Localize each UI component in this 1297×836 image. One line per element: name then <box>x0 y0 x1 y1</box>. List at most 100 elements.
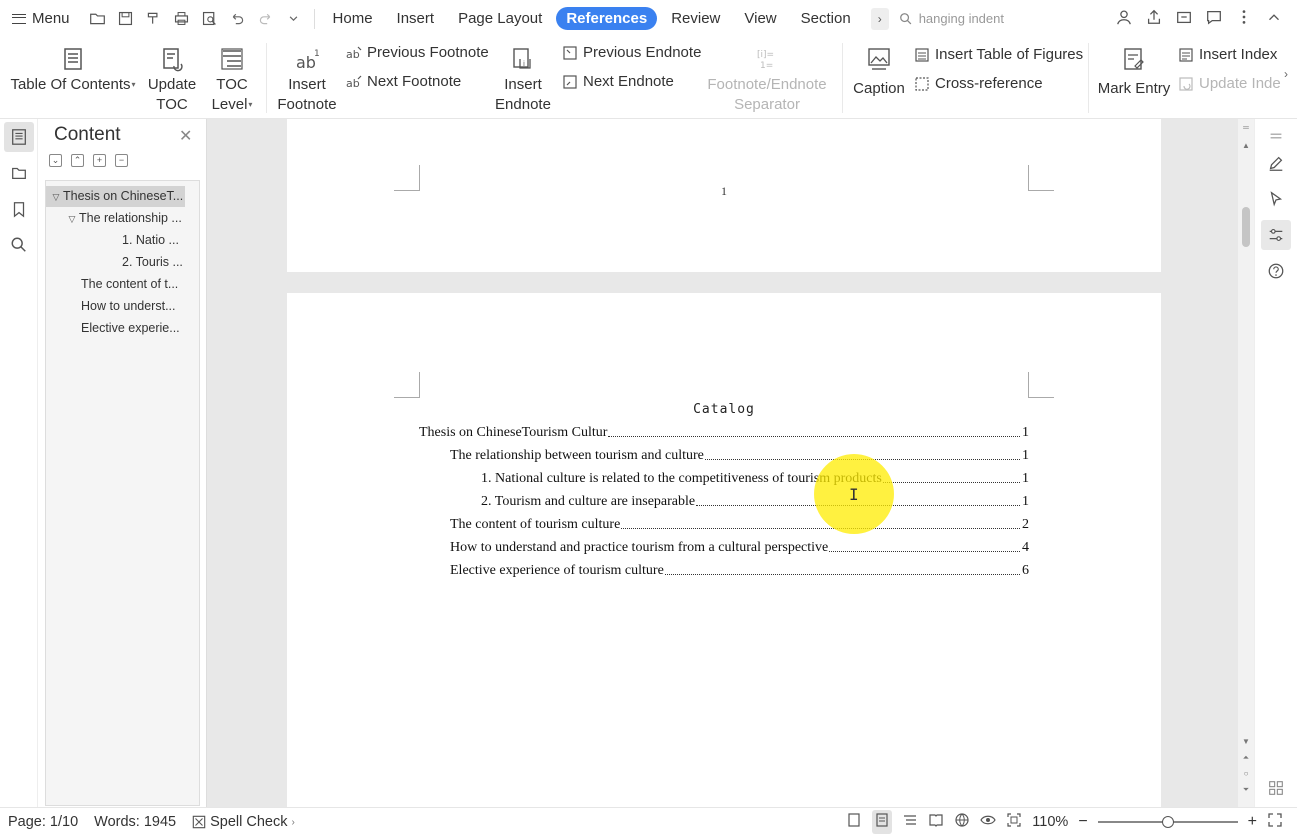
footnote-endnote-separator-button[interactable]: [i]= 1= Footnote/Endnote Separator <box>702 41 832 115</box>
tab-review[interactable]: Review <box>661 7 730 30</box>
insert-table-of-figures-button[interactable]: Insert Table of Figures <box>914 46 1083 63</box>
next-page-icon[interactable]: ⏷ <box>1238 785 1254 795</box>
next-footnote-button[interactable]: ab Next Footnote <box>346 73 461 90</box>
chapter-navigation-icon[interactable] <box>4 158 34 188</box>
more-tabs-chevron-icon[interactable]: › <box>870 7 889 30</box>
zoom-in-icon[interactable]: + <box>1248 813 1257 831</box>
menu-button[interactable]: Menu <box>0 0 80 37</box>
zoom-slider-knob[interactable] <box>1161 816 1174 828</box>
scroll-down-icon[interactable]: ▼ <box>1238 737 1254 746</box>
toc-entry[interactable]: The content of tourism culture 2 <box>450 513 1029 533</box>
chevron-down-icon[interactable]: ▽ <box>65 209 79 229</box>
open-folder-icon[interactable] <box>86 7 110 31</box>
vertical-scrollbar[interactable]: ═ ▲ ▼ ⏶ ○ ⏷ <box>1238 119 1254 807</box>
collapse-all-icon[interactable]: ⌃ <box>71 154 84 167</box>
redo-icon[interactable] <box>254 7 278 31</box>
select-pointer-icon[interactable] <box>1261 184 1291 214</box>
tab-insert[interactable]: Insert <box>387 7 445 30</box>
more-options-icon[interactable] <box>1235 8 1253 29</box>
help-icon[interactable] <box>1261 256 1291 286</box>
navigation-pane-icon[interactable] <box>4 122 34 152</box>
insert-footnote-button[interactable]: ab 1 Insert Footnote <box>272 41 342 115</box>
print-preview-icon[interactable] <box>198 7 222 31</box>
tree-item[interactable]: ▽ The relationship ... <box>65 208 189 229</box>
document-page[interactable]: Catalog Thesis on ChineseTourism Cultur 1… <box>287 293 1161 807</box>
settings-sliders-icon[interactable] <box>1261 220 1291 250</box>
undo-icon[interactable] <box>226 7 250 31</box>
document-area[interactable]: 1 Catalog Thesis on ChineseTourism Cultu… <box>207 119 1238 807</box>
previous-page-icon[interactable]: ⏶ <box>1238 753 1254 763</box>
outline-view-icon[interactable] <box>902 812 918 832</box>
toc-level-label-1: TOC <box>216 76 248 93</box>
toc-level-button[interactable]: TOC Level▾ <box>206 41 258 115</box>
next-endnote-button[interactable]: Next Endnote <box>562 73 674 90</box>
focus-mode-icon[interactable] <box>846 812 862 832</box>
toc-entry[interactable]: The relationship between tourism and cul… <box>450 444 1029 464</box>
collaboration-icon[interactable] <box>1115 8 1133 29</box>
export-icon[interactable] <box>1175 8 1193 29</box>
previous-endnote-button[interactable]: Previous Endnote <box>562 44 701 61</box>
document-page[interactable]: 1 <box>287 119 1161 272</box>
zoom-out-icon[interactable]: − <box>1078 813 1087 831</box>
tab-section[interactable]: Section <box>791 7 861 30</box>
expand-all-icon[interactable]: ⌄ <box>49 154 62 167</box>
tree-item[interactable]: 2. Touris ... <box>122 252 186 273</box>
caption-button[interactable]: Caption <box>848 41 910 99</box>
web-view-icon[interactable] <box>954 812 970 832</box>
word-count[interactable]: Words: 1945 <box>86 814 184 830</box>
tab-page-layout[interactable]: Page Layout <box>448 7 552 30</box>
mark-entry-button[interactable]: Mark Entry <box>1094 41 1174 99</box>
find-icon[interactable] <box>4 230 34 260</box>
update-index-button[interactable]: Update Inde <box>1178 75 1281 92</box>
zoom-level[interactable]: 110% <box>1032 814 1068 830</box>
reading-view-icon[interactable] <box>928 812 944 832</box>
toc-entry[interactable]: 1. National culture is related to the co… <box>481 467 1029 487</box>
format-painter-icon[interactable] <box>142 7 166 31</box>
remove-heading-icon[interactable]: − <box>115 154 128 167</box>
tree-item[interactable]: The content of t... <box>81 274 185 295</box>
bookmark-icon[interactable] <box>4 194 34 224</box>
page-view-icon[interactable] <box>872 810 893 834</box>
chevron-down-icon[interactable]: ▽ <box>49 187 63 207</box>
apps-grid-icon[interactable] <box>1261 773 1291 803</box>
toc-entry[interactable]: Elective experience of tourism culture 6 <box>450 559 1029 579</box>
customize-toolbar-icon[interactable] <box>282 7 306 31</box>
toc-entry[interactable]: Thesis on ChineseTourism Cultur 1 <box>419 421 1029 441</box>
comment-icon[interactable] <box>1205 8 1223 29</box>
scroll-up-icon[interactable]: ▲ <box>1238 141 1254 150</box>
tree-item[interactable]: Elective experie... <box>81 318 185 339</box>
toc-entry[interactable]: 2. Tourism and culture are inseparable 1 <box>481 490 1029 510</box>
edit-pen-icon[interactable] <box>1261 148 1291 178</box>
tree-item[interactable]: 1. Natio ... <box>122 230 186 251</box>
insert-index-button[interactable]: Insert Index <box>1178 46 1277 63</box>
collapse-panel-icon[interactable] <box>1261 121 1291 151</box>
print-icon[interactable] <box>170 7 194 31</box>
scrollbar-thumb[interactable] <box>1242 207 1250 247</box>
tab-view[interactable]: View <box>734 7 786 30</box>
insert-endnote-button[interactable]: i Insert Endnote <box>490 41 556 115</box>
collapse-ribbon-icon[interactable] <box>1265 8 1283 29</box>
table-of-contents-button[interactable]: Table Of Contents▾ <box>10 41 136 95</box>
toc-entry[interactable]: How to understand and practice tourism f… <box>450 536 1029 556</box>
cross-reference-button[interactable]: Cross-reference <box>914 75 1043 92</box>
tree-item[interactable]: ▽ Thesis on ChineseT... <box>46 186 185 207</box>
previous-footnote-button[interactable]: ab Previous Footnote <box>346 44 489 61</box>
add-heading-icon[interactable]: + <box>93 154 106 167</box>
tab-home[interactable]: Home <box>323 7 383 30</box>
page-indicator[interactable]: Page: 1/10 <box>0 814 86 830</box>
eye-protection-icon[interactable] <box>980 812 996 832</box>
search-box[interactable]: hanging indent <box>899 11 1079 26</box>
close-icon[interactable]: ✕ <box>179 126 192 146</box>
share-icon[interactable] <box>1145 8 1163 29</box>
update-toc-button[interactable]: Update TOC <box>144 41 200 115</box>
fullscreen-icon[interactable] <box>1267 812 1283 832</box>
ribbon-scroll-right-icon[interactable]: › <box>1284 67 1288 81</box>
save-icon[interactable] <box>114 7 138 31</box>
tree-item[interactable]: How to underst... <box>81 296 185 317</box>
tab-references[interactable]: References <box>556 7 658 30</box>
scroll-split-icon[interactable]: ═ <box>1238 123 1254 132</box>
select-browse-object-icon[interactable]: ○ <box>1238 769 1254 778</box>
zoom-slider[interactable] <box>1097 816 1238 828</box>
spell-check-button[interactable]: Spell Check › <box>184 814 303 830</box>
fit-page-icon[interactable] <box>1006 812 1022 832</box>
